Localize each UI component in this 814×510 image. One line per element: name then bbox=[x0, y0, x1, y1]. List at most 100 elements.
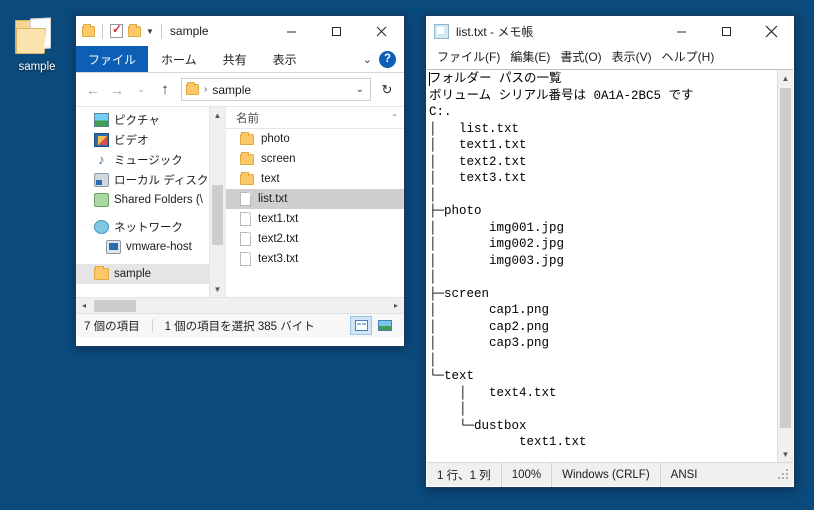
file-rows: photo screen text list.txt text1.txt tex… bbox=[226, 129, 404, 269]
minimize-icon[interactable] bbox=[659, 16, 704, 46]
chevron-down-icon[interactable]: ▼ bbox=[778, 446, 793, 462]
chevron-down-icon[interactable]: ⌄ bbox=[363, 53, 372, 66]
properties-icon[interactable] bbox=[110, 22, 123, 38]
text-file-icon bbox=[240, 212, 251, 226]
sidebar-item-videos[interactable]: ビデオ bbox=[76, 130, 209, 150]
menu-file[interactable]: ファイル(F) bbox=[432, 46, 505, 68]
video-icon bbox=[94, 133, 109, 147]
notepad-menu-bar[interactable]: ファイル(F) 編集(E) 書式(O) 表示(V) ヘルプ(H) bbox=[426, 46, 794, 68]
table-row-selected[interactable]: list.txt bbox=[226, 189, 404, 209]
sidebar-item-music[interactable]: ♪ ミュージック bbox=[76, 150, 209, 170]
chevron-up-icon[interactable]: ▲ bbox=[778, 70, 793, 86]
table-row[interactable]: photo bbox=[226, 129, 404, 149]
notepad-window[interactable]: list.txt - メモ帳 ファイル(F) 編集(E) 書式(O) 表示(V)… bbox=[425, 15, 795, 488]
sidebar-item-label: ビデオ bbox=[114, 135, 149, 147]
details-view-icon[interactable] bbox=[350, 316, 372, 335]
file-list-horizontal-scrollbar[interactable]: ◂ ▸ bbox=[76, 297, 404, 313]
chevron-down-icon[interactable]: ▼ bbox=[210, 281, 225, 297]
breadcrumb-separator: › bbox=[204, 84, 208, 95]
notepad-scrollbar[interactable]: ▲ ▼ bbox=[777, 70, 793, 462]
sidebar-item-local-disk[interactable]: ローカル ディスク (C bbox=[76, 170, 224, 190]
menu-format[interactable]: 書式(O) bbox=[555, 46, 606, 68]
explorer-navigation-bar[interactable]: ← → ⌄ ↑ › sample ⌄ ↻ bbox=[76, 73, 404, 106]
table-row[interactable]: screen bbox=[226, 149, 404, 169]
sidebar-item-label: ローカル ディスク (C bbox=[114, 175, 224, 187]
maximize-icon[interactable] bbox=[314, 16, 359, 46]
new-folder-icon[interactable] bbox=[128, 23, 141, 37]
text-file-icon bbox=[240, 192, 251, 206]
notepad-text-area[interactable]: フォルダー パスの一覧 ボリューム シリアル番号は 0A1A-2BC5 です C… bbox=[427, 69, 793, 462]
scrollbar-thumb[interactable] bbox=[780, 88, 791, 428]
explorer-ribbon[interactable]: ファイル ホーム 共有 表示 ⌄ ? bbox=[76, 46, 404, 73]
sidebar-item-label: ミュージック bbox=[114, 155, 183, 167]
sidebar-item-label: vmware-host bbox=[126, 241, 192, 253]
sidebar-item-sample[interactable]: sample bbox=[76, 264, 209, 284]
arrow-right-icon[interactable]: → bbox=[106, 78, 128, 102]
explorer-title: sample bbox=[169, 24, 209, 38]
menu-edit[interactable]: 編集(E) bbox=[505, 46, 555, 68]
tab-share[interactable]: 共有 bbox=[210, 46, 260, 72]
large-icons-view-icon[interactable] bbox=[374, 316, 396, 335]
table-row[interactable]: text2.txt bbox=[226, 229, 404, 249]
status-zoom-level: 100% bbox=[502, 462, 553, 487]
scrollbar-thumb[interactable] bbox=[94, 299, 136, 312]
column-header-label: 名前 bbox=[236, 112, 259, 125]
arrow-left-icon[interactable]: ← bbox=[82, 78, 104, 102]
column-header-name[interactable]: 名前 ⌃ bbox=[226, 107, 404, 129]
status-encoding: ANSI bbox=[670, 468, 698, 481]
pictures-icon bbox=[94, 113, 109, 127]
desktop-icon-sample[interactable]: sample bbox=[6, 17, 68, 74]
table-row[interactable]: text bbox=[226, 169, 404, 189]
file-list-pane[interactable]: 名前 ⌃ photo screen text list.txt text1.tx… bbox=[226, 107, 404, 297]
tab-view[interactable]: 表示 bbox=[260, 46, 310, 72]
chevron-up-icon[interactable]: ▲ bbox=[210, 107, 225, 123]
folder-icon bbox=[15, 17, 59, 56]
explorer-status-bar: 7 個の項目 1 個の項目を選択 385 バイト bbox=[76, 313, 404, 337]
chevron-down-icon[interactable]: ▼ bbox=[146, 27, 154, 36]
resize-grip-icon[interactable] bbox=[777, 467, 791, 482]
help-button[interactable]: ? bbox=[379, 50, 396, 68]
file-name: text1.txt bbox=[258, 213, 299, 225]
refresh-icon[interactable]: ↻ bbox=[376, 78, 398, 102]
sidebar-item-pictures[interactable]: ピクチャ bbox=[76, 110, 209, 130]
notepad-content[interactable]: フォルダー パスの一覧 ボリューム シリアル番号は 0A1A-2BC5 です C… bbox=[429, 70, 776, 462]
notepad-titlebar[interactable]: list.txt - メモ帳 bbox=[426, 16, 794, 46]
menu-view[interactable]: 表示(V) bbox=[607, 46, 657, 68]
chevron-right-icon[interactable]: ▸ bbox=[388, 301, 404, 310]
scrollbar-thumb[interactable] bbox=[212, 185, 223, 245]
table-row[interactable]: text3.txt bbox=[226, 249, 404, 269]
sidebar-item-vmware-host[interactable]: vmware-host bbox=[76, 237, 209, 257]
navigation-pane-scrollbar[interactable]: ▲ ▼ bbox=[209, 107, 225, 297]
quick-access-toolbar[interactable]: ▼ bbox=[82, 16, 164, 46]
shared-folder-icon bbox=[94, 193, 109, 207]
arrow-up-icon[interactable]: ↑ bbox=[154, 78, 176, 102]
chevron-left-icon[interactable]: ◂ bbox=[76, 301, 92, 310]
tab-home[interactable]: ホーム bbox=[148, 46, 210, 72]
maximize-icon[interactable] bbox=[704, 16, 749, 46]
chevron-down-icon[interactable]: ⌄ bbox=[130, 78, 152, 102]
notepad-window-controls[interactable] bbox=[659, 16, 794, 46]
minimize-icon[interactable] bbox=[269, 16, 314, 46]
sidebar-item-network[interactable]: ネットワーク bbox=[76, 217, 209, 237]
navigation-pane[interactable]: ピクチャ ビデオ ♪ ミュージック ローカル ディスク (C Shared Fo… bbox=[76, 107, 226, 297]
file-name: text2.txt bbox=[258, 233, 299, 245]
close-icon[interactable] bbox=[749, 16, 794, 46]
sidebar-item-shared-folders[interactable]: Shared Folders (\ bbox=[76, 190, 209, 210]
close-icon[interactable] bbox=[359, 16, 404, 46]
navigation-tree[interactable]: ピクチャ ビデオ ♪ ミュージック ローカル ディスク (C Shared Fo… bbox=[76, 107, 224, 297]
explorer-window-controls[interactable] bbox=[269, 16, 404, 46]
folder-icon[interactable] bbox=[82, 23, 95, 37]
file-name: text3.txt bbox=[258, 253, 299, 265]
toolbar-divider-2 bbox=[160, 23, 162, 39]
scrollbar-track[interactable] bbox=[92, 298, 388, 314]
tab-file[interactable]: ファイル bbox=[76, 46, 149, 72]
explorer-titlebar[interactable]: ▼ sample bbox=[76, 16, 404, 46]
address-bar[interactable]: › sample ⌄ bbox=[181, 78, 371, 101]
table-row[interactable]: text1.txt bbox=[226, 209, 404, 229]
file-name: text bbox=[261, 173, 280, 185]
menu-help[interactable]: ヘルプ(H) bbox=[657, 46, 720, 68]
breadcrumb[interactable]: sample bbox=[212, 83, 251, 97]
chevron-down-icon[interactable]: ⌄ bbox=[356, 84, 366, 95]
file-explorer-window[interactable]: ▼ sample ファイル ホーム 共有 表示 ⌄ ? ← → ⌄ ↑ bbox=[75, 15, 405, 347]
view-mode-buttons[interactable] bbox=[350, 316, 396, 335]
